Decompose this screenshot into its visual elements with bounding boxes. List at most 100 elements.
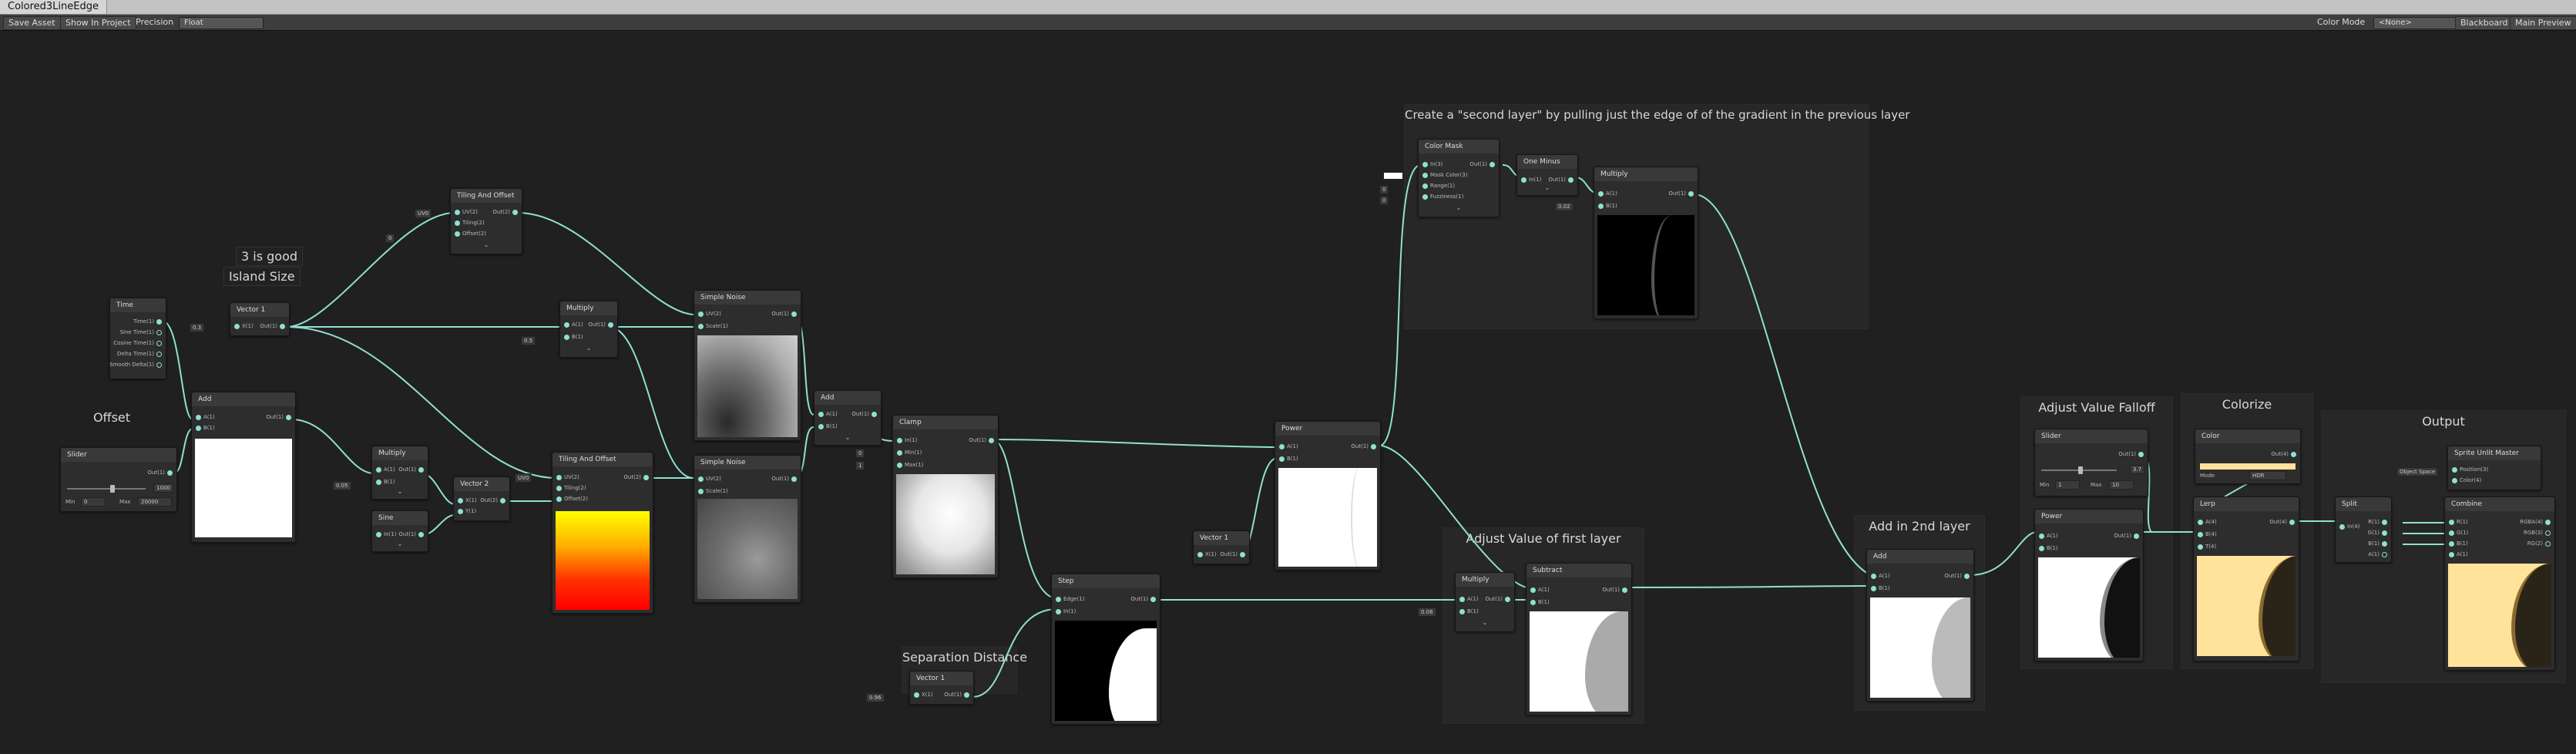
output-port[interactable]: Time(1) [133, 318, 164, 325]
input-port[interactable]: Fuzziness(1) [1420, 194, 1463, 200]
chevron-down-icon[interactable]: ⌄ [372, 540, 428, 547]
input-port[interactable]: B(1) [562, 334, 583, 340]
output-port[interactable]: Delta Time(1) [117, 351, 164, 357]
input-port[interactable]: G(1) [2447, 530, 2468, 536]
input-port[interactable]: B(1) [193, 425, 215, 431]
input-port[interactable]: Scale(1) [696, 323, 728, 329]
input-port[interactable]: B(4) [2195, 531, 2217, 537]
add-node[interactable]: Add A(1) B(1) Out(1) [191, 392, 296, 543]
input-port[interactable]: X(1) [1195, 551, 1217, 557]
output-port[interactable]: Out(1) [1220, 551, 1248, 557]
input-port[interactable]: B(1) [816, 423, 838, 429]
input-port[interactable]: Position(3) [2450, 466, 2488, 473]
input-port[interactable]: In(4) [2337, 523, 2359, 530]
output-port[interactable]: Out(1) [398, 466, 426, 473]
chevron-down-icon[interactable]: ⌄ [560, 345, 617, 352]
input-port[interactable]: UV(2) [452, 209, 478, 215]
output-port[interactable]: A(1) [2368, 551, 2390, 557]
multiply-node[interactable]: Multiply A(1) B(1) Out(1) [1594, 167, 1698, 319]
multiply-node[interactable]: Multiply A(1) B(1) Out(1) ⌄ [371, 446, 428, 500]
output-port[interactable]: B(1) [2368, 540, 2390, 547]
input-port[interactable]: Mask Color(3) [1420, 172, 1467, 178]
min-input[interactable]: 0 [81, 497, 106, 507]
position-space-dropdown[interactable]: Object Space [2396, 467, 2439, 476]
input-port[interactable]: Offset(2) [554, 496, 588, 502]
sprite-unlit-master-node[interactable]: Sprite Unlit Master Position(3) Color(4) [2447, 446, 2541, 490]
input-port[interactable]: B(1) [2037, 545, 2058, 551]
input-port[interactable]: Edge(1) [1053, 596, 1085, 602]
sine-node[interactable]: Sine In(1) Out(1) ⌄ [371, 510, 428, 552]
b-input[interactable]: 0.5 [521, 336, 536, 345]
simple-noise-node[interactable]: Simple Noise UV(2) Scale(1) Out(1) [694, 455, 801, 603]
add-node[interactable]: Add A(1) B(1) Out(1) [1866, 549, 1974, 702]
input-port[interactable]: Offset(2) [452, 231, 486, 237]
input-port[interactable]: B(1) [1869, 585, 1890, 591]
input-port[interactable]: A(1) [374, 466, 395, 473]
input-port[interactable]: Scale(1) [696, 488, 728, 494]
input-port[interactable]: R(1) [2447, 519, 2468, 525]
input-port[interactable]: In(1) [374, 531, 396, 537]
output-port[interactable]: Out(1) [147, 470, 175, 476]
uv-input[interactable]: UV0 [515, 473, 532, 483]
vector1-node[interactable]: Vector 1 X(1) Out(1) [1193, 530, 1250, 564]
input-port[interactable]: Y(1) [455, 508, 476, 514]
output-port[interactable]: Cosine Time(1) [113, 340, 164, 346]
input-port[interactable]: X(1) [455, 497, 477, 503]
simple-noise-node[interactable]: Simple Noise UV(2) Scale(1) Out(1) [694, 290, 801, 441]
input-port[interactable]: UV(2) [554, 474, 579, 480]
input-port[interactable]: A(1) [1528, 587, 1550, 593]
output-port[interactable]: Out(1) [266, 414, 294, 420]
input-port[interactable]: A(4) [2195, 519, 2217, 525]
output-port[interactable]: Out(4) [2269, 519, 2297, 525]
input-port[interactable]: Color(4) [2450, 477, 2481, 483]
output-port[interactable]: Out(1) [851, 411, 879, 417]
input-port[interactable]: B(1) [374, 479, 395, 485]
output-port[interactable]: Out(1) [2114, 533, 2141, 539]
color-mask-node[interactable]: Color Mask In(3) Mask Color(3) Range(1) … [1418, 139, 1500, 217]
offset-input[interactable]: 0 [385, 234, 395, 243]
chevron-down-icon[interactable]: ⌄ [1419, 204, 1499, 211]
max-input[interactable]: 20000 [138, 497, 172, 507]
input-port[interactable]: A(1) [1869, 573, 1890, 579]
output-port[interactable]: Out(1) [1944, 573, 1972, 579]
output-port[interactable]: Out(1) [1485, 596, 1513, 602]
one-minus-node[interactable]: One Minus In(1) Out(1) ⌄ [1516, 154, 1578, 196]
output-port[interactable]: Out(1) [1351, 443, 1379, 449]
slider-value[interactable]: 1000 [153, 483, 173, 493]
input-port[interactable]: A(1) [816, 411, 838, 417]
chevron-down-icon[interactable]: ⌄ [814, 434, 881, 441]
input-port[interactable]: Max(1) [895, 462, 923, 468]
output-port[interactable]: Out(1) [1469, 161, 1497, 167]
min-input[interactable]: 0 [855, 449, 865, 458]
power-node[interactable]: Power A(1) B(1) Out(1) [1275, 421, 1381, 571]
multiply-node[interactable]: Multiply A(1) B(1) Out(1) ⌄ [1455, 572, 1515, 632]
slider-track[interactable] [67, 488, 146, 490]
mask-color-swatch[interactable] [1384, 173, 1402, 179]
output-port[interactable]: Sine Time(1) [120, 329, 164, 335]
add-node[interactable]: Add A(1) B(1) Out(1) ⌄ [814, 390, 882, 446]
tiling-offset-node[interactable]: Tiling And Offset UV(2) Tiling(2) Offset… [552, 452, 653, 614]
input-port[interactable]: UV(2) [696, 476, 721, 482]
slider-node[interactable]: Slider Out(1) 1000 Min 0 Max 20000 [60, 447, 177, 512]
value-input[interactable]: 0.96 [866, 693, 885, 702]
input-port[interactable]: Min(1) [895, 449, 922, 456]
input-port[interactable]: A(1) [562, 321, 583, 328]
output-port[interactable]: Out(1) [771, 476, 799, 482]
chevron-down-icon[interactable]: ⌄ [1456, 619, 1514, 626]
tiling-offset-node[interactable]: Tiling And Offset UV(2) Tiling(2) Offset… [450, 188, 522, 254]
chevron-down-icon[interactable]: ⌄ [1517, 184, 1577, 191]
input-port[interactable]: A(1) [193, 414, 215, 420]
output-port[interactable]: Out(1) [944, 692, 972, 698]
slider-value[interactable]: 3.7 [2129, 465, 2144, 474]
b-input[interactable]: 0.08 [1418, 608, 1436, 617]
input-port[interactable]: B(1) [1528, 599, 1550, 605]
power-node[interactable]: Power A(1) B(1) Out(1) [2034, 509, 2144, 661]
output-port[interactable]: Out(4) [2271, 451, 2299, 457]
a-input[interactable]: 0.05 [333, 481, 351, 490]
time-node[interactable]: Time Time(1) Sine Time(1) Cosine Time(1)… [109, 298, 166, 379]
input-port[interactable]: In(1) [895, 437, 917, 443]
output-port[interactable]: Out(1) [771, 311, 799, 317]
chevron-down-icon[interactable]: ⌄ [451, 241, 522, 248]
input-port[interactable]: In(3) [1420, 161, 1442, 167]
slider-handle[interactable] [2078, 466, 2083, 474]
